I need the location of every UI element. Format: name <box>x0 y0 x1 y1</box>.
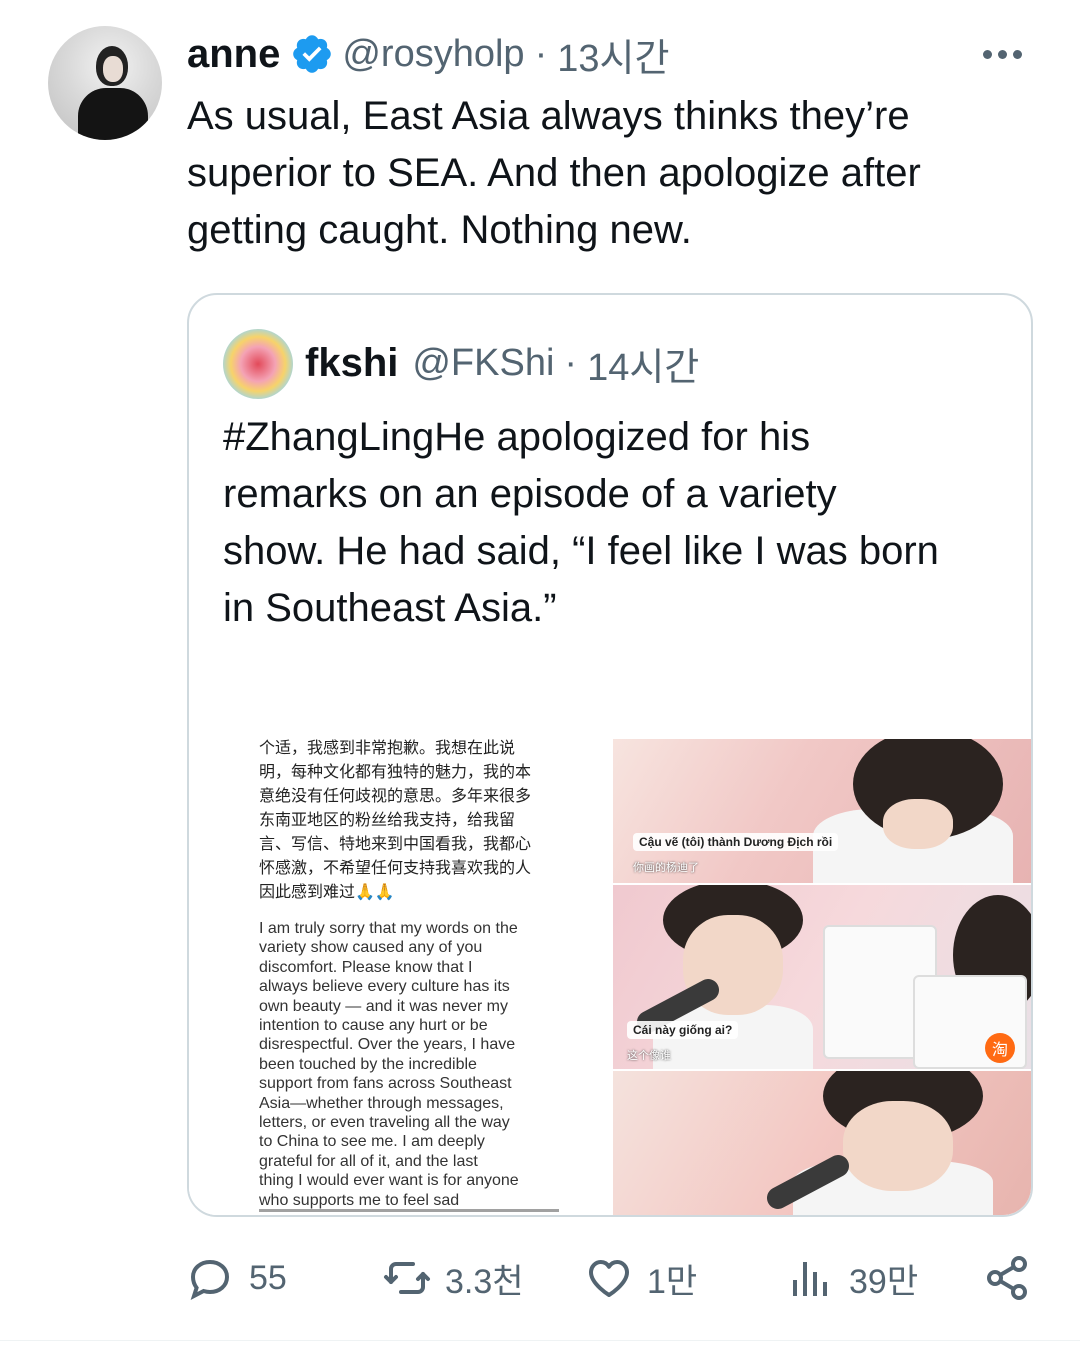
more-dot <box>997 49 1007 59</box>
like-count: 1만 <box>647 1262 698 1301</box>
retweet-button[interactable]: 3.3천 <box>383 1248 524 1308</box>
like-icon <box>589 1260 629 1297</box>
statement-en-line: discomfort. Please know that I <box>259 958 473 976</box>
author-handle[interactable]: @rosyholp <box>342 33 524 76</box>
statement-chinese: 个适，我感到非常抱歉。我想在此说 明，每种文化都有独特的魅力，我的本 意绝没有任… <box>259 739 559 904</box>
tweet-time[interactable]: 13시간 <box>557 27 669 82</box>
verified-badge-icon <box>293 35 332 73</box>
separator-dot: · <box>534 32 548 75</box>
statement-en-line: disrespectful. Over the years, I have <box>259 1036 516 1054</box>
statement-zh-line: 怀感激，不希望任何支持我喜欢我的人 <box>259 858 532 877</box>
statement-en-line: thing I would ever want is for anyone <box>259 1172 519 1190</box>
statement-en-line: grateful for all of it, and the last <box>259 1152 478 1170</box>
tweet-text-line: superior to SEA. And then apologize afte… <box>187 151 921 195</box>
quoted-author-handle[interactable]: @FKShi <box>412 342 554 385</box>
statement-en-line: to China to see me. I am deeply <box>259 1133 485 1151</box>
view-count: 39만 <box>849 1262 919 1301</box>
statement-zh-line: 明，每种文化都有独特的魅力，我的本 <box>259 762 532 781</box>
video-still-2: Cái này giống ai? 这个像谁 淘 <box>613 885 1031 1069</box>
statement-zh-line: 言、写信、特地来到中国看我，我都心 <box>259 834 532 853</box>
reply-button[interactable]: 55 <box>187 1248 287 1308</box>
tweet-header: anne @rosyholp · 13시간 <box>187 28 669 80</box>
author-name[interactable]: anne <box>187 32 280 77</box>
statement-en-line: letters, or even traveling all the way <box>259 1114 510 1132</box>
like-button[interactable]: 1만 <box>585 1248 697 1308</box>
statement-en-line: Asia—whether through messages, <box>259 1094 504 1112</box>
statement-en-line: always believe every culture has its <box>259 978 510 996</box>
more-icon[interactable] <box>972 36 1032 72</box>
statement-zh-line: 意绝没有任何歧视的意思。多年来很多 <box>259 786 532 805</box>
statement-en-line: own beauty — and it was never my <box>259 997 509 1015</box>
apology-statement: 个适，我感到非常抱歉。我想在此说 明，每种文化都有独特的魅力，我的本 意绝没有任… <box>189 739 613 1215</box>
quoted-tweet-text: #ZhangLingHe apologized for his remarks … <box>223 409 1013 637</box>
statement-en-line: I am truly sorry that my words on the <box>259 920 518 937</box>
action-bar: 55 3.3천 1만 39만 <box>187 1248 1037 1308</box>
tweet-text: As usual, East Asia always thinks they’r… <box>187 88 1037 259</box>
share-icon <box>987 1256 1027 1300</box>
statement-cutoff-line <box>259 1209 559 1212</box>
more-dot <box>1012 49 1022 59</box>
person-face <box>843 1101 953 1191</box>
taobao-logo: 淘 <box>985 1033 1015 1063</box>
views-icon <box>793 1262 827 1296</box>
quoted-author-avatar[interactable] <box>223 329 293 399</box>
statement-en-line: support from fans across Southeast <box>259 1075 512 1093</box>
share-button[interactable] <box>983 1248 1045 1308</box>
person-face <box>883 799 953 849</box>
video-subcaption: 这个像谁 <box>627 1049 671 1062</box>
avatar-torso <box>78 88 148 140</box>
retweet-icon <box>384 1262 430 1294</box>
reply-count: 55 <box>249 1258 287 1297</box>
quoted-tweet-header: fkshi @FKShi · 14시간 <box>305 337 699 389</box>
quoted-text-line: #ZhangLingHe apologized for his <box>223 415 811 459</box>
more-dot <box>982 49 992 59</box>
author-avatar[interactable] <box>48 26 162 140</box>
quoted-text-line: show. He had said, “I feel like I was bo… <box>223 529 939 573</box>
statement-en-line: who supports me to feel sad <box>259 1191 460 1209</box>
separator-dot: · <box>564 341 578 384</box>
statement-en-line: intention to cause any hurt or be <box>259 1017 488 1035</box>
statement-zh-line: 因此感到难过🙏🙏 <box>259 882 395 901</box>
statement-zh-line: 东南亚地区的粉丝给我支持，给我留 <box>259 810 516 829</box>
retweet-count: 3.3천 <box>445 1262 524 1301</box>
tweet-text-line: As usual, East Asia always thinks they’r… <box>187 94 910 138</box>
quoted-tweet-time[interactable]: 14시간 <box>587 336 699 391</box>
quoted-text-line: remarks on an episode of a variety <box>223 472 837 516</box>
statement-en-line: variety show caused any of you <box>259 939 483 957</box>
quoted-media-image[interactable]: 个适，我感到非常抱歉。我想在此说 明，每种文化都有独特的魅力，我的本 意绝没有任… <box>189 739 1031 1215</box>
quoted-author-name[interactable]: fkshi <box>305 341 398 386</box>
tweet-text-line: getting caught. Nothing new. <box>187 208 692 252</box>
video-caption: Cậu vẽ (tôi) thành Dương Địch rồi <box>633 833 839 851</box>
statement-en-line: been touched by the incredible <box>259 1055 477 1073</box>
reply-icon <box>190 1259 230 1301</box>
statement-english: I am truly sorry that my words on the va… <box>259 919 559 1210</box>
quoted-tweet[interactable]: fkshi @FKShi · 14시간 #ZhangLingHe apologi… <box>187 293 1033 1217</box>
video-still-3 <box>613 1071 1031 1215</box>
quoted-text-line: in Southeast Asia.” <box>223 586 557 630</box>
statement-zh-line: 个适，我感到非常抱歉。我想在此说 <box>259 739 516 757</box>
video-caption: Cái này giống ai? <box>627 1021 739 1039</box>
video-still-1: Cậu vẽ (tôi) thành Dương Địch rồi 你画的杨迪了 <box>613 739 1031 883</box>
avatar-face <box>103 56 123 82</box>
video-subcaption: 你画的杨迪了 <box>633 861 699 874</box>
bottom-divider <box>0 1340 1080 1341</box>
views-button[interactable]: 39만 <box>787 1248 918 1308</box>
